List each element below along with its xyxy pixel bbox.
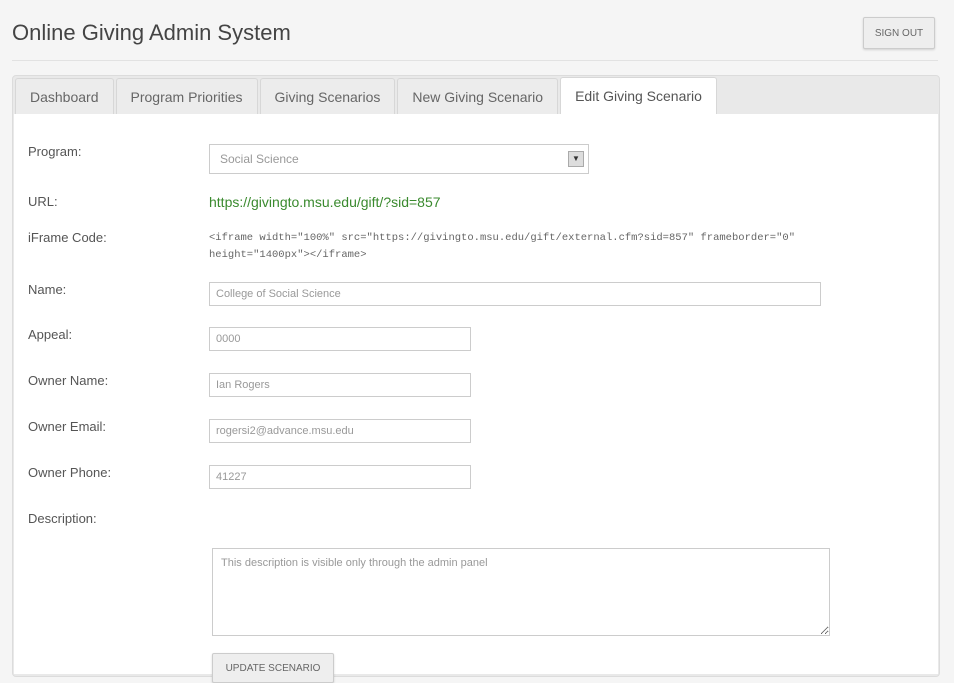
tab-bar: Dashboard Program Priorities Giving Scen… [13, 76, 719, 115]
tab-dashboard[interactable]: Dashboard [15, 78, 114, 115]
iframe-code-value: <iframe width="100%" src="https://giving… [209, 232, 795, 261]
url-label: URL: [28, 194, 58, 209]
appeal-input[interactable] [209, 327, 471, 351]
description-label: Description: [28, 511, 97, 526]
owner-phone-input[interactable] [209, 465, 471, 489]
app-title: Online Giving Admin System [12, 20, 291, 45]
tab-new-giving-scenario[interactable]: New Giving Scenario [397, 78, 559, 115]
owner-phone-label: Owner Phone: [28, 465, 112, 480]
owner-email-label: Owner Email: [28, 419, 107, 434]
edit-scenario-form: Program: Social Science ▼ URL: https://g… [14, 114, 938, 683]
update-scenario-button[interactable]: UPDATE SCENARIO [212, 653, 334, 683]
program-label: Program: [28, 144, 82, 159]
main-panel: Dashboard Program Priorities Giving Scen… [12, 75, 940, 683]
iframe-code-label: iFrame Code: [28, 230, 107, 245]
header-divider [12, 60, 938, 61]
app-header: Online Giving Admin System SIGN OUT [0, 0, 954, 64]
name-input[interactable] [209, 282, 821, 306]
sign-out-button[interactable]: SIGN OUT [863, 17, 935, 49]
tab-program-priorities[interactable]: Program Priorities [115, 78, 258, 115]
tab-giving-scenarios[interactable]: Giving Scenarios [259, 78, 396, 115]
program-select-value: Social Science [220, 152, 299, 166]
owner-name-label: Owner Name: [28, 373, 109, 388]
scenario-url: https://givingto.msu.edu/gift/?sid=857 [209, 194, 441, 210]
owner-email-input[interactable] [209, 419, 471, 443]
owner-name-input[interactable] [209, 373, 471, 397]
description-textarea[interactable]: This description is visible only through… [212, 548, 830, 636]
appeal-label: Appeal: [28, 327, 73, 342]
chevron-down-icon: ▼ [568, 151, 584, 167]
tab-edit-giving-scenario[interactable]: Edit Giving Scenario [560, 77, 717, 115]
name-label: Name: [28, 282, 67, 297]
program-select[interactable]: Social Science ▼ [209, 144, 589, 174]
